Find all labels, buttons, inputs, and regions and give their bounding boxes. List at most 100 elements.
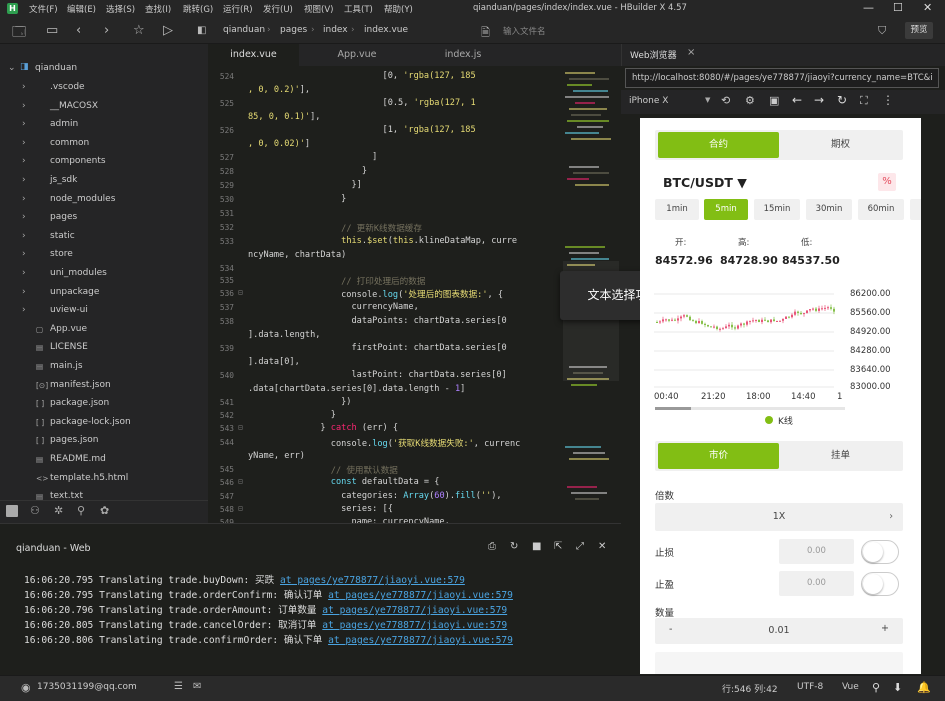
- menu-find[interactable]: 查找(I): [145, 3, 171, 15]
- source-link[interactable]: at pages/ye778877/jiaoyi.vue:579: [328, 590, 513, 601]
- list-icon[interactable]: ☰: [174, 681, 183, 692]
- quantity-minus-button[interactable]: -: [669, 624, 672, 635]
- menu-edit[interactable]: 编辑(E): [67, 3, 96, 15]
- interval-60min[interactable]: 60min: [858, 199, 904, 220]
- tree-item[interactable]: › __MACOSX: [0, 98, 208, 116]
- search-icon[interactable]: ⚲: [77, 504, 85, 517]
- new-file-icon[interactable]: ▭: [46, 23, 58, 38]
- take-profit-toggle[interactable]: [861, 572, 899, 596]
- interval-30min[interactable]: 30min: [806, 199, 852, 220]
- tree-root[interactable]: ⌄ ◨ qianduan: [0, 60, 208, 78]
- tree-item[interactable]: › components: [0, 153, 208, 171]
- close-panel-icon[interactable]: ✕: [598, 541, 606, 552]
- quantity-plus-button[interactable]: +: [881, 623, 889, 634]
- console-output[interactable]: 16:06:20.795 Translating trade.buyDown: …: [0, 553, 621, 675]
- more-icon[interactable]: ⋮: [882, 93, 894, 107]
- quantity-input[interactable]: 0.01: [693, 618, 865, 644]
- device-select[interactable]: iPhone X: [629, 96, 668, 106]
- download-icon[interactable]: ⬇: [893, 681, 902, 694]
- stop-loss-toggle[interactable]: [861, 540, 899, 564]
- palette-icon[interactable]: ✿: [100, 504, 109, 517]
- multiplier-select[interactable]: 1X ›: [655, 503, 903, 531]
- filter-icon[interactable]: ⛉: [878, 24, 886, 38]
- language-mode[interactable]: Vue: [842, 682, 859, 692]
- plugin-icon[interactable]: ⚇: [30, 504, 40, 517]
- tree-item[interactable]: › unpackage: [0, 284, 208, 302]
- back-icon[interactable]: ←: [792, 93, 802, 107]
- menu-publish[interactable]: 发行(U): [263, 3, 293, 15]
- clear-icon[interactable]: ⎙: [488, 541, 496, 552]
- project-view-icon[interactable]: [6, 505, 18, 517]
- star-icon[interactable]: ☆: [133, 23, 145, 38]
- settings-icon[interactable]: ⚙: [745, 94, 755, 107]
- tree-item[interactable]: <> template.h5.html: [0, 470, 208, 488]
- message-icon[interactable]: ✉: [193, 681, 201, 692]
- tree-item[interactable]: [ ] pages.json: [0, 432, 208, 450]
- screenshot-icon[interactable]: ⛶: [860, 94, 868, 108]
- source-link[interactable]: at pages/ye778877/jiaoyi.vue:579: [280, 575, 465, 586]
- pair-selector[interactable]: BTC/USDT ▼: [663, 175, 747, 190]
- close-tab-icon[interactable]: ×: [687, 47, 695, 58]
- interval-5min[interactable]: 5min: [704, 199, 748, 220]
- breadcrumb-file[interactable]: index.vue: [364, 25, 408, 35]
- source-link[interactable]: at pages/ye778877/jiaoyi.vue:579: [328, 635, 513, 646]
- save-icon[interactable]: 🗔: [12, 23, 26, 45]
- tree-item[interactable]: › node_modules: [0, 191, 208, 209]
- tree-item[interactable]: [ ] package.json: [0, 395, 208, 413]
- settings-icon[interactable]: ✲: [54, 504, 63, 517]
- source-link[interactable]: at pages/ye778877/jiaoyi.vue:579: [322, 605, 507, 616]
- menu-view[interactable]: 视图(V): [304, 3, 333, 15]
- tree-item[interactable]: › js_sdk: [0, 172, 208, 190]
- tree-item[interactable]: ▤ LICENSE: [0, 339, 208, 357]
- tab-options[interactable]: 期权: [780, 132, 901, 158]
- close-icon[interactable]: ✕: [923, 1, 932, 14]
- breadcrumb-index[interactable]: index: [323, 25, 348, 35]
- maximize-icon[interactable]: ☐: [893, 1, 903, 14]
- rotate-icon[interactable]: ⟲: [721, 94, 730, 107]
- menu-help[interactable]: 帮助(Y): [384, 3, 413, 15]
- stop-icon[interactable]: ■: [532, 541, 541, 552]
- preview-button[interactable]: 预览: [905, 22, 933, 39]
- tree-item[interactable]: ▤ README.md: [0, 451, 208, 469]
- tab-market-order[interactable]: 市价: [658, 443, 779, 469]
- tab-web-browser[interactable]: Web浏览器: [630, 48, 677, 61]
- user-account[interactable]: 1735031199@qq.com: [37, 682, 137, 692]
- tree-item[interactable]: [⊙] manifest.json: [0, 377, 208, 395]
- menu-select[interactable]: 选择(S): [106, 3, 135, 15]
- menu-run[interactable]: 运行(R): [223, 3, 253, 15]
- tree-item[interactable]: › common: [0, 135, 208, 153]
- restart-icon[interactable]: ↻: [510, 541, 518, 552]
- file-search-input[interactable]: 输入文件名: [503, 25, 546, 37]
- url-bar[interactable]: http://localhost:8080/#/pages/ye778877/j…: [625, 68, 939, 88]
- forward-icon[interactable]: ›: [104, 23, 109, 38]
- console-icon[interactable]: ▣: [769, 94, 779, 107]
- breadcrumb-root[interactable]: qianduan: [223, 25, 265, 35]
- percent-icon[interactable]: %: [878, 173, 896, 191]
- export-icon[interactable]: ⇱: [554, 541, 562, 552]
- tree-item[interactable]: › static: [0, 228, 208, 246]
- tree-item[interactable]: › admin: [0, 116, 208, 134]
- chevron-down-icon[interactable]: ▼: [705, 96, 710, 104]
- chart-scrollbar[interactable]: [655, 407, 845, 410]
- refresh-icon[interactable]: ↻: [837, 93, 847, 107]
- tree-item[interactable]: ▤ main.js: [0, 358, 208, 376]
- tree-item[interactable]: › uni_modules: [0, 265, 208, 283]
- back-icon[interactable]: ‹: [76, 23, 81, 38]
- tree-item[interactable]: › .vscode: [0, 79, 208, 97]
- tab-index-js[interactable]: index.js: [415, 44, 511, 66]
- take-profit-input[interactable]: 0.00: [779, 571, 854, 596]
- cursor-position[interactable]: 行:546 列:42: [722, 682, 778, 695]
- stop-loss-input[interactable]: 0.00: [779, 539, 854, 564]
- tab-limit-order[interactable]: 挂单: [780, 443, 901, 469]
- minimize-icon[interactable]: —: [863, 1, 874, 14]
- interval-1min[interactable]: 1min: [655, 199, 699, 220]
- encoding[interactable]: UTF-8: [797, 682, 823, 692]
- menu-file[interactable]: 文件(F): [29, 3, 58, 15]
- forward-icon[interactable]: →: [814, 93, 824, 107]
- tab-contract[interactable]: 合约: [658, 132, 779, 158]
- breadcrumb-pages[interactable]: pages: [280, 25, 307, 35]
- run-icon[interactable]: ▷: [163, 23, 173, 38]
- tree-item[interactable]: › pages: [0, 209, 208, 227]
- tab-app-vue[interactable]: App.vue: [299, 44, 415, 66]
- tree-item[interactable]: [ ] package-lock.json: [0, 414, 208, 432]
